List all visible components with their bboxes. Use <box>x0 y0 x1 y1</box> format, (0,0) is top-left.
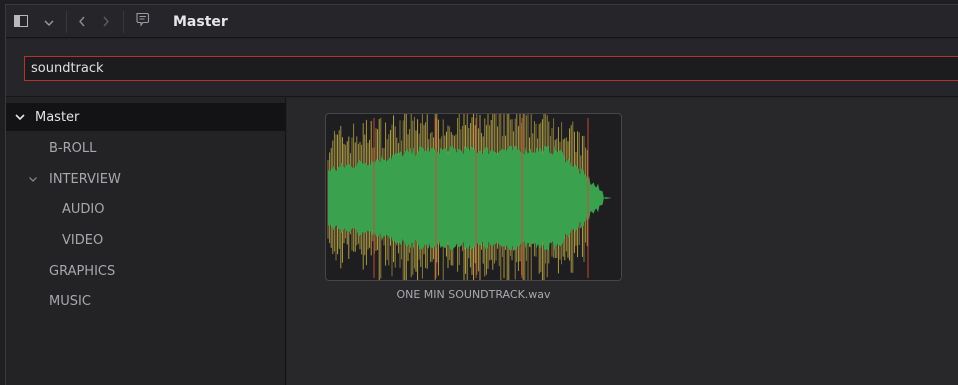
bin-item-b-roll[interactable]: B-ROLL <box>6 134 286 162</box>
header-divider <box>123 11 124 33</box>
media-pool-grid: ONE MIN SOUNDTRACK.wav <box>287 98 958 385</box>
chevron-down-icon <box>44 12 54 31</box>
search-bar <box>6 39 958 97</box>
clip-name: ONE MIN SOUNDTRACK.wav <box>396 288 551 301</box>
forward-button[interactable] <box>97 5 115 38</box>
header-bar: Master <box>6 5 958 38</box>
chevron-left-icon <box>78 12 86 31</box>
search-input[interactable] <box>24 56 958 81</box>
bin-item-label: Master <box>35 109 80 125</box>
bin-item-graphics[interactable]: GRAPHICS <box>6 257 286 285</box>
bin-item-label: VIDEO <box>62 232 104 248</box>
sidebar-panel-icon <box>14 12 28 31</box>
bin-item-video[interactable]: VIDEO <box>6 226 286 254</box>
bin-item-label: B-ROLL <box>49 140 97 156</box>
sidebar-toggle-button[interactable] <box>10 5 32 38</box>
back-button[interactable] <box>73 5 91 38</box>
chevron-down-icon <box>27 173 39 189</box>
waveform-body <box>328 145 612 251</box>
search-bin-icon <box>135 12 151 31</box>
search-toggle-button[interactable] <box>132 5 154 38</box>
bin-title: Master <box>173 13 228 30</box>
bin-item-music[interactable]: MUSIC <box>6 287 286 315</box>
bin-list-sidebar: Master B-ROLL INTERVIEW AUDIO VIDEO GRAP… <box>6 98 286 385</box>
header-divider <box>66 11 67 33</box>
bin-dropdown-button[interactable] <box>40 5 58 38</box>
media-pool-window: Master Master B-ROLL INTERVIEW AUDIO VID… <box>5 4 958 385</box>
audio-clip-thumbnail[interactable] <box>325 113 622 281</box>
bin-item-label: GRAPHICS <box>49 263 116 279</box>
bin-item-label: MUSIC <box>49 293 91 309</box>
bin-item-master[interactable]: Master <box>6 103 286 131</box>
bin-item-label: INTERVIEW <box>49 171 121 187</box>
chevron-down-icon <box>14 111 26 127</box>
bin-item-audio[interactable]: AUDIO <box>6 195 286 223</box>
bin-item-interview[interactable]: INTERVIEW <box>6 165 286 193</box>
bin-item-label: AUDIO <box>62 201 105 217</box>
waveform-graphic <box>327 114 612 280</box>
chevron-right-icon <box>102 12 110 31</box>
